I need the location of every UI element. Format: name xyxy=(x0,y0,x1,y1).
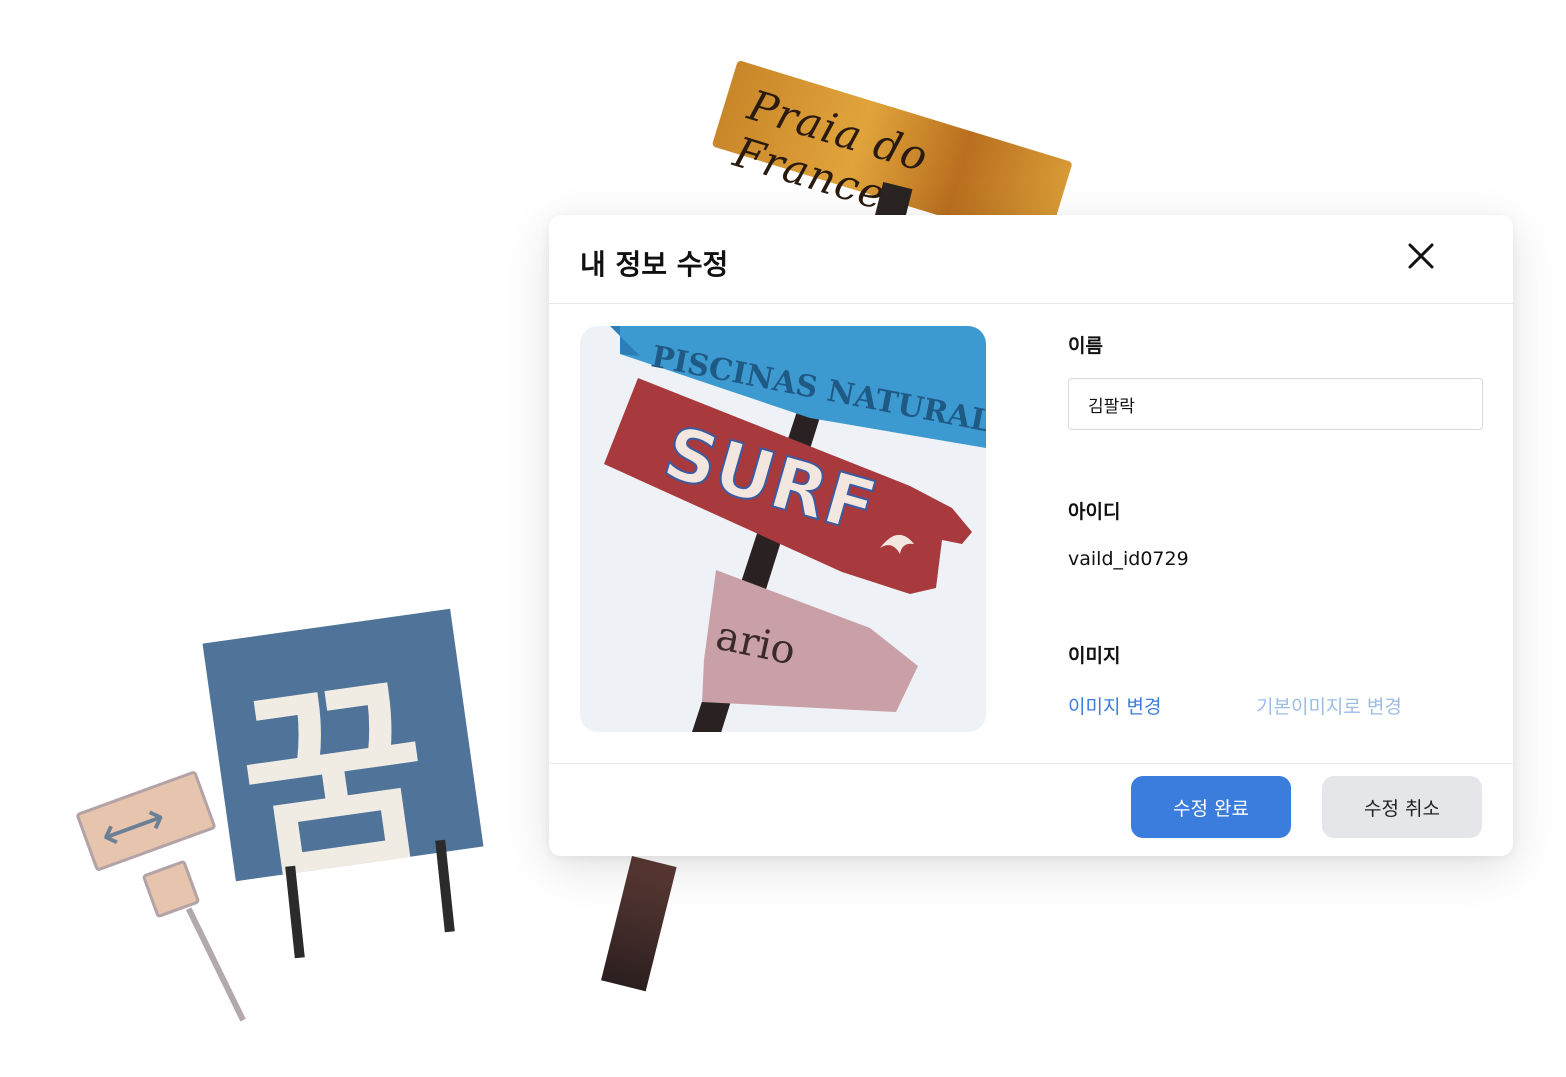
close-icon xyxy=(1408,243,1434,269)
double-arrow-icon: ⟷ xyxy=(92,789,174,863)
decorative-post xyxy=(186,907,246,1022)
change-image-link[interactable]: 이미지 변경 xyxy=(1068,692,1161,719)
save-button[interactable]: 수정 완료 xyxy=(1131,776,1291,838)
name-label: 이름 xyxy=(1068,335,1103,357)
footer-divider xyxy=(549,763,1513,764)
id-label: 아이디 xyxy=(1068,501,1121,523)
image-label: 이미지 xyxy=(1068,645,1121,667)
decorative-sign-ggum-text: 꿈 xyxy=(227,653,443,911)
modal-title: 내 정보 수정 xyxy=(580,248,729,281)
default-image-link[interactable]: 기본이미지로 변경 xyxy=(1256,692,1402,719)
profile-image: PISCINAS NATURAL SURF ario xyxy=(580,326,986,732)
decorative-pole-bottom xyxy=(601,856,677,992)
close-button[interactable] xyxy=(1401,237,1441,277)
decorative-arrow-sign: ⟷ xyxy=(75,769,217,873)
modal-header: 내 정보 수정 xyxy=(549,215,1513,304)
profile-image-illustration: PISCINAS NATURAL SURF ario xyxy=(580,326,986,732)
id-value: vaild_id0729 xyxy=(1068,548,1189,570)
edit-profile-modal: 내 정보 수정 PISCINAS NATURAL SURF ario 이름 김팔… xyxy=(549,215,1513,856)
cancel-button[interactable]: 수정 취소 xyxy=(1322,776,1482,838)
name-input[interactable] xyxy=(1068,378,1483,430)
